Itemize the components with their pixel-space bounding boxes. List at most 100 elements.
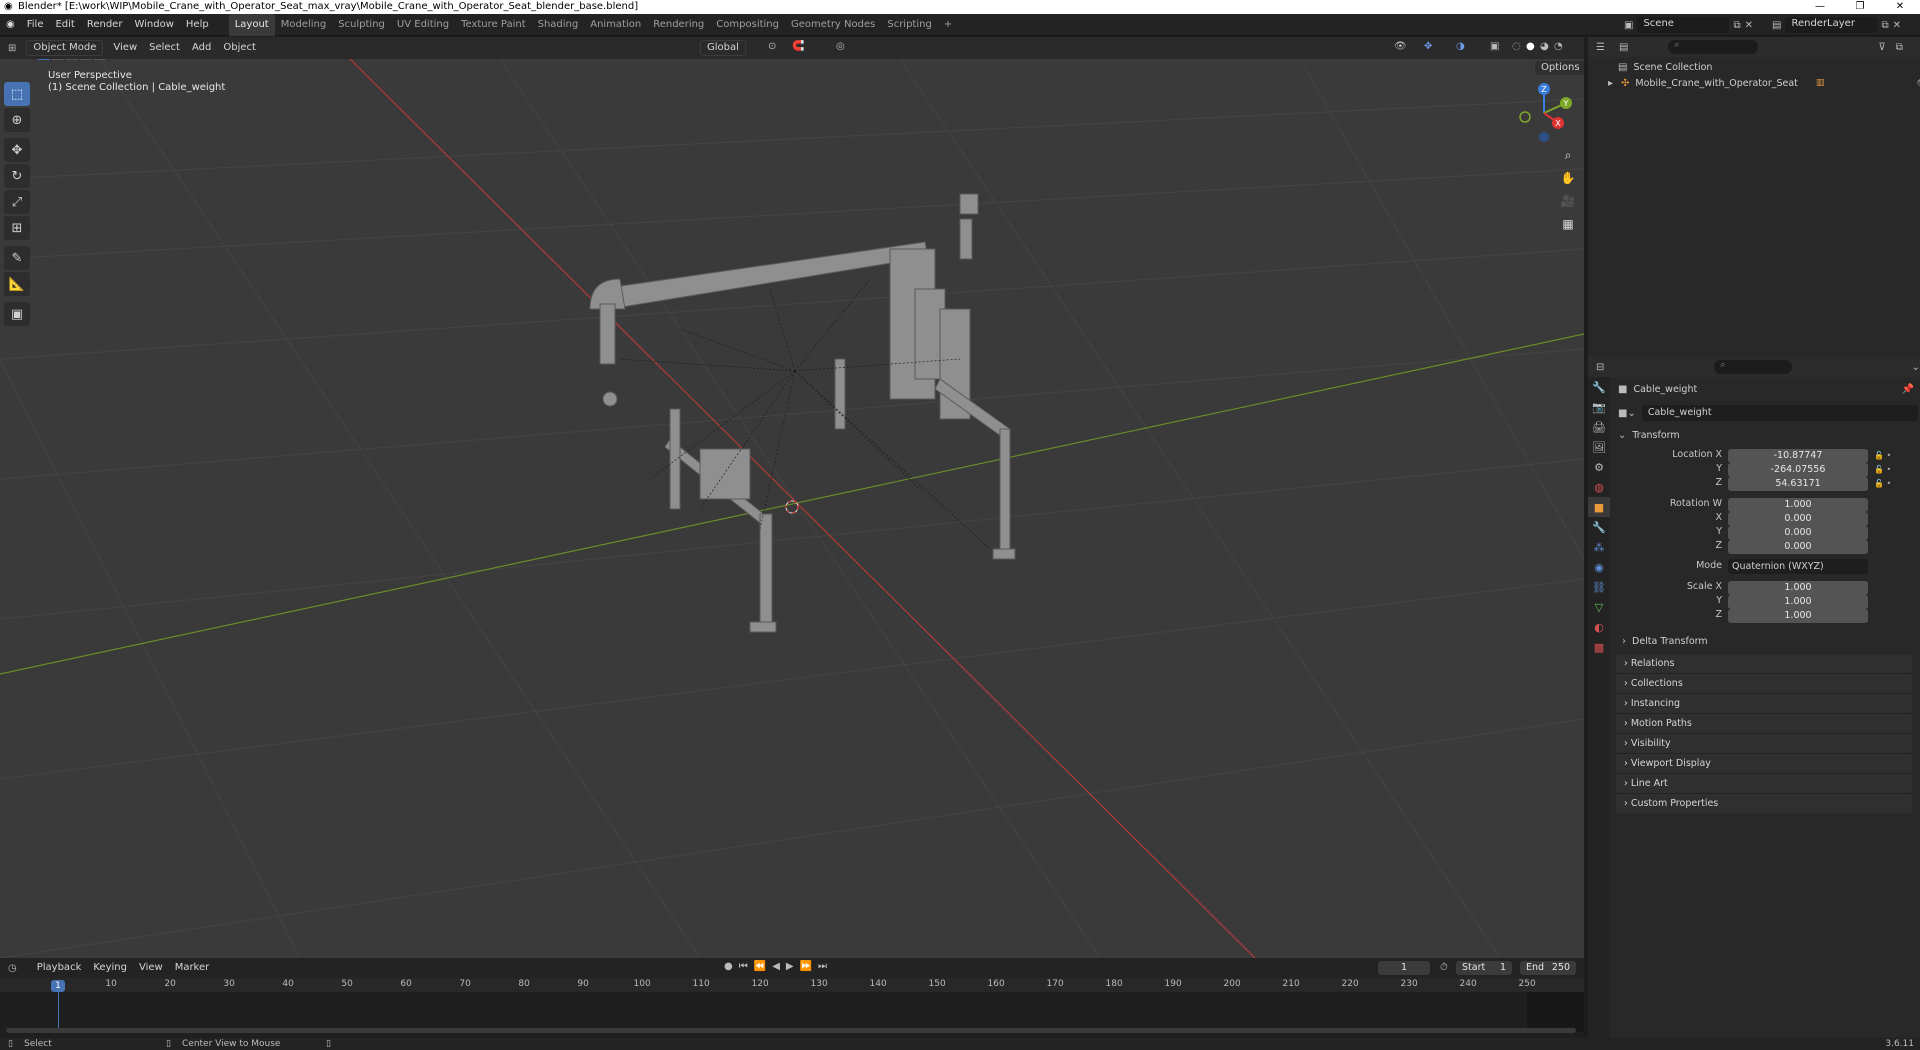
transform-tool-icon[interactable]: ⊞	[4, 216, 30, 240]
view-layer-selector[interactable]: ▤ RenderLayer ⧉ ✕	[1772, 17, 1901, 33]
menu-file[interactable]: File	[21, 14, 50, 36]
timeline-menu-view[interactable]: View	[133, 957, 169, 979]
crane-model[interactable]	[0, 59, 1584, 958]
start-frame-field[interactable]: Start 1	[1456, 961, 1512, 975]
rotation-mode-dropdown[interactable]: Quaternion (WXYZ)	[1728, 559, 1868, 574]
xray-toggle-icon[interactable]: ▣	[1490, 41, 1499, 52]
physics-tab-icon[interactable]: ◉	[1588, 557, 1610, 577]
clock-icon[interactable]: ⏱	[1440, 962, 1448, 973]
tab-geometry-nodes[interactable]: Geometry Nodes	[785, 14, 881, 36]
scale-x-field[interactable]: 1.000	[1728, 581, 1868, 595]
tab-texture-paint[interactable]: Texture Paint	[455, 14, 532, 36]
cursor-tool-icon[interactable]: ⊕	[4, 108, 30, 132]
scale-y-field[interactable]: 1.000	[1728, 595, 1868, 609]
select-intersect-icon[interactable]	[94, 59, 106, 60]
measure-tool-icon[interactable]: 📐	[4, 272, 30, 296]
timeline-scrollbar[interactable]	[6, 1028, 1576, 1033]
texture-tab-icon[interactable]: ▩	[1588, 637, 1610, 657]
tab-layout[interactable]: Layout	[228, 13, 275, 36]
menu-render[interactable]: Render	[81, 14, 129, 36]
visibility-icon[interactable]: 👁	[1394, 41, 1407, 52]
render-tab-icon[interactable]: 📷	[1588, 397, 1610, 417]
ortho-grid-icon[interactable]: ▦	[1558, 214, 1578, 234]
add-cube-tool-icon[interactable]: ▣	[4, 302, 30, 326]
data-tab-icon[interactable]: ▽	[1588, 597, 1610, 617]
maximize-button[interactable]: ❐	[1840, 0, 1880, 14]
timeline-editor-icon[interactable]: ◷	[8, 963, 17, 974]
outliner-editor-icon[interactable]: ☰	[1596, 42, 1605, 53]
navigation-gizmo[interactable]: Z Y X	[1512, 81, 1576, 145]
collapse-arrow-icon[interactable]: ⌄	[1618, 430, 1626, 441]
select-invert-icon[interactable]	[80, 59, 92, 60]
menu-window[interactable]: Window	[128, 14, 179, 36]
properties-search-input[interactable]: ⌕	[1714, 360, 1792, 374]
expand-arrow-icon[interactable]: ▸	[1608, 78, 1613, 89]
panel-custom-properties[interactable]: › Custom Properties	[1616, 793, 1912, 813]
playhead[interactable]: 1	[51, 980, 65, 992]
blender-menu-icon[interactable]: ◉	[0, 19, 21, 30]
scene-selector[interactable]: ▣ Scene ⧉ ✕	[1624, 17, 1753, 33]
jump-end-icon[interactable]: ⏭	[818, 961, 827, 972]
outliner-row-crane[interactable]: ▸ ✣ Mobile_Crane_with_Operator_Seat ▥ 👁 …	[1588, 75, 1920, 91]
display-mode-icon[interactable]: ▤	[1619, 42, 1628, 53]
overlay-toggle-icon[interactable]: ◑	[1456, 41, 1465, 52]
zoom-icon[interactable]: ⌕	[1558, 145, 1578, 165]
menu-edit[interactable]: Edit	[49, 14, 80, 36]
object-tab-icon[interactable]: ■	[1588, 497, 1610, 517]
gizmo-toggle-icon[interactable]: ✥	[1424, 41, 1432, 52]
eye-icon[interactable]: 👁	[1916, 78, 1920, 89]
filter-icon[interactable]: ⊽	[1878, 42, 1885, 53]
tab-sculpting[interactable]: Sculpting	[332, 14, 391, 36]
tab-animation[interactable]: Animation	[584, 14, 647, 36]
scene-name-field[interactable]: Scene	[1637, 17, 1730, 33]
viewport-menu-select[interactable]: Select	[143, 37, 186, 59]
pivot-icon[interactable]: ⊙	[768, 41, 776, 52]
delta-transform-panel[interactable]: › Delta Transform	[1622, 631, 1708, 651]
particles-tab-icon[interactable]: ⁂	[1588, 537, 1610, 557]
timeline-track[interactable]: 10 20 30 40 50 60 70 80 90 100 110 120 130 140 150 160 1…	[0, 978, 1584, 1038]
tab-scripting[interactable]: Scripting	[881, 14, 937, 36]
scale-tool-icon[interactable]: ⤢	[4, 190, 30, 214]
timeline-menu-keying[interactable]: Keying	[87, 957, 133, 979]
lock-icon[interactable]: 🔓 •	[1874, 463, 1914, 477]
delete-scene-icon[interactable]: ✕	[1745, 20, 1753, 31]
viewport-menu-object[interactable]: Object	[217, 37, 262, 59]
lock-icon[interactable]: 🔓 •	[1874, 449, 1914, 463]
tool-tab-icon[interactable]: 🔧	[1588, 377, 1610, 397]
object-name-input[interactable]: Cable_weight	[1641, 405, 1918, 421]
editor-type-icon[interactable]: ⊞	[8, 43, 16, 54]
play-icon[interactable]: ▶	[786, 961, 794, 972]
timeline-menu-playback[interactable]: Playback	[31, 957, 88, 979]
select-box-icon[interactable]: ⬚	[4, 82, 30, 106]
lock-icon[interactable]: 🔓 •	[1874, 477, 1914, 491]
select-extend-icon[interactable]	[52, 59, 64, 60]
scene-tab-icon[interactable]: ⚙	[1588, 457, 1610, 477]
3d-viewport[interactable]: User Perspective (1) Scene Collection | …	[0, 59, 1584, 958]
rotate-tool-icon[interactable]: ↻	[4, 164, 30, 188]
tab-uv-editing[interactable]: UV Editing	[391, 14, 455, 36]
pin-icon[interactable]: 📌	[1902, 384, 1914, 395]
tab-compositing[interactable]: Compositing	[710, 14, 785, 36]
world-tab-icon[interactable]: ◍	[1588, 477, 1610, 497]
current-frame-field[interactable]: 1	[1378, 961, 1430, 975]
object-mode-dropdown[interactable]: Object Mode	[26, 40, 104, 56]
minimize-button[interactable]: —	[1800, 0, 1840, 14]
transform-panel-header[interactable]: ⌄ Transform	[1612, 425, 1918, 445]
rotation-w-field[interactable]: 1.000	[1728, 498, 1868, 512]
new-layer-icon[interactable]: ⧉	[1881, 20, 1888, 31]
options-dropdown[interactable]: Options	[1534, 60, 1584, 76]
material-tab-icon[interactable]: ◐	[1588, 617, 1610, 637]
proportional-edit-icon[interactable]: ◎	[836, 41, 845, 52]
outliner-search-input[interactable]: ⌕	[1668, 40, 1759, 54]
snap-icon[interactable]: 🧲	[792, 41, 804, 52]
record-icon[interactable]: ●	[724, 961, 733, 972]
menu-help[interactable]: Help	[180, 14, 215, 36]
shading-material-icon[interactable]: ◕	[1540, 41, 1549, 52]
select-subtract-icon[interactable]	[66, 59, 78, 60]
panel-visibility[interactable]: › Visibility	[1616, 733, 1912, 753]
transform-orientation-dropdown[interactable]: Global	[700, 40, 746, 56]
rotation-x-field[interactable]: 0.000	[1728, 512, 1868, 526]
viewport-menu-view[interactable]: View	[107, 37, 143, 59]
output-tab-icon[interactable]: 🖨	[1588, 417, 1610, 437]
close-button[interactable]: ✕	[1880, 0, 1920, 14]
